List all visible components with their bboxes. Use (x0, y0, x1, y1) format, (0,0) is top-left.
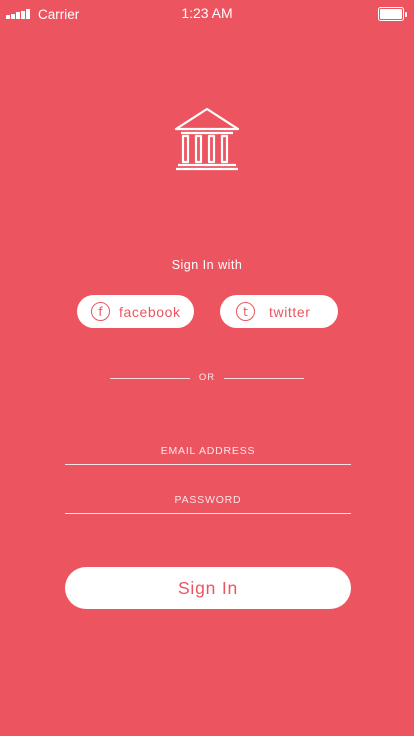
battery-icon (378, 7, 407, 21)
sign-in-button[interactable]: Sign In (65, 567, 351, 609)
divider-line-right (224, 378, 304, 379)
status-bar: Carrier 1:23 AM (0, 0, 414, 28)
sign-in-with-heading: Sign In with (171, 258, 243, 272)
or-divider-label: OR (198, 372, 216, 383)
twitter-login-button[interactable]: t twitter (220, 295, 338, 328)
facebook-label: facebook (119, 303, 181, 320)
email-placeholder: EMAIL ADDRESS (160, 445, 256, 457)
password-field[interactable]: PASSWORD (65, 491, 351, 514)
facebook-icon: f (91, 302, 110, 321)
login-screen: Carrier 1:23 AM Sign In with f facebook (0, 0, 414, 736)
twitter-icon: t (236, 302, 255, 321)
facebook-login-button[interactable]: f facebook (77, 295, 194, 328)
email-field[interactable]: EMAIL ADDRESS (65, 442, 351, 465)
bank-building-icon (174, 107, 240, 171)
password-placeholder: PASSWORD (174, 494, 242, 506)
twitter-label: twitter (269, 303, 311, 320)
status-time: 1:23 AM (181, 5, 233, 21)
